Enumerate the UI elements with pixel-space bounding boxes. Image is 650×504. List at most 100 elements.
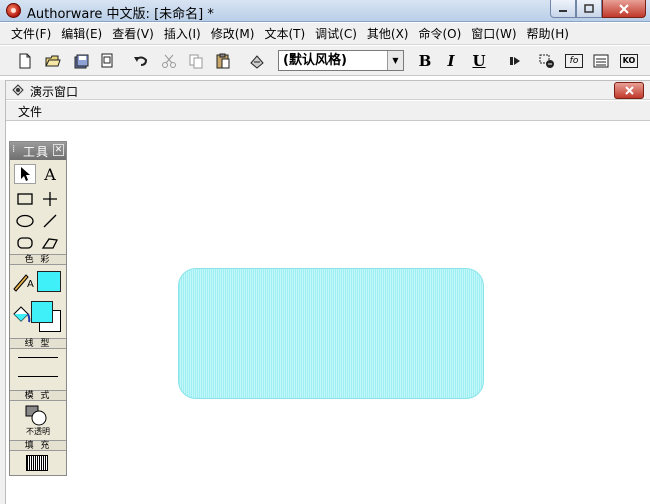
grip-icon[interactable]: ⁞ <box>12 144 15 155</box>
plus-line-icon <box>43 192 57 206</box>
cut-button[interactable] <box>158 50 180 72</box>
menu-debug[interactable]: 调试(C) <box>310 23 362 45</box>
menu-insert[interactable]: 插入(I) <box>159 23 206 45</box>
import-button[interactable] <box>96 50 118 72</box>
fill-section-label: 填 充 <box>10 440 66 451</box>
menu-xtras[interactable]: 其他(X) <box>362 23 414 45</box>
functions-button[interactable]: fo <box>563 50 585 72</box>
italic-button[interactable]: I <box>440 50 462 72</box>
maximize-icon <box>584 4 594 13</box>
mode-section-label: 模 式 <box>10 390 66 401</box>
menu-view[interactable]: 查看(V) <box>107 23 159 45</box>
variables-button[interactable] <box>590 50 612 72</box>
save-all-icon <box>74 54 89 69</box>
presentation-window-icon <box>12 84 24 96</box>
tools-palette: ⁞ 工具 ✕ A 色 彩 A 线 型 模 式 不透明 填 充 <box>9 141 67 476</box>
cut-icon <box>162 54 176 68</box>
palette-close-icon[interactable]: ✕ <box>53 144 64 156</box>
rounded-rectangle-shape[interactable] <box>178 268 484 399</box>
paste-button[interactable] <box>212 50 234 72</box>
orthogonal-line-tool[interactable] <box>39 189 61 209</box>
bold-button[interactable]: B <box>414 50 436 72</box>
line-style-thin[interactable] <box>18 357 58 358</box>
menu-window[interactable]: 窗口(W) <box>466 23 521 45</box>
ellipse-tool[interactable] <box>14 211 36 231</box>
opaque-mode-icon <box>25 405 47 426</box>
functions-label: fo <box>565 54 583 68</box>
control-panel-button[interactable] <box>536 50 558 72</box>
maximize-button[interactable] <box>576 0 602 18</box>
rectangle-icon <box>17 193 33 205</box>
line-style-section-label: 线 型 <box>10 338 66 349</box>
mode-control[interactable] <box>24 404 50 426</box>
rectangle-tool[interactable] <box>14 189 36 209</box>
text-style-select[interactable]: (默认风格) ▼ <box>278 50 404 71</box>
dropdown-arrow-icon[interactable]: ▼ <box>387 51 403 70</box>
mode-value-label: 不透明 <box>26 427 50 436</box>
undo-icon <box>134 56 148 66</box>
line-color-swatch[interactable] <box>37 271 61 292</box>
menu-bar: 文件(F) 编辑(E) 查看(V) 插入(I) 修改(M) 文本(T) 调试(C… <box>0 23 650 45</box>
tools-palette-titlebar[interactable]: ⁞ 工具 ✕ <box>10 142 66 160</box>
rounded-rectangle-icon <box>17 237 33 249</box>
menu-text[interactable]: 文本(T) <box>259 23 310 45</box>
polygon-icon <box>41 238 58 249</box>
polygon-tool[interactable] <box>39 233 61 253</box>
presentation-close-button[interactable] <box>614 82 644 99</box>
close-icon <box>619 3 629 14</box>
variables-icon <box>593 54 609 68</box>
restart-button[interactable] <box>504 50 526 72</box>
authorware-app-icon[interactable] <box>6 3 21 18</box>
undo-button[interactable] <box>130 50 152 72</box>
ellipse-icon <box>16 214 34 228</box>
play-icon <box>510 57 520 65</box>
control-panel-icon <box>539 54 554 68</box>
pointer-tool[interactable] <box>14 164 36 184</box>
knowledge-objects-button[interactable]: KO <box>618 50 640 72</box>
line-color-control[interactable]: A <box>12 270 34 292</box>
close-icon <box>624 86 634 95</box>
open-button[interactable] <box>42 50 64 72</box>
menu-help[interactable]: 帮助(H) <box>522 23 574 45</box>
tools-palette-title: 工具 <box>23 145 50 159</box>
line-style-medium[interactable] <box>18 376 58 377</box>
copy-icon <box>189 54 203 69</box>
diagonal-line-tool[interactable] <box>39 211 61 231</box>
find-button[interactable] <box>246 50 268 72</box>
paste-icon <box>216 53 230 69</box>
line-color-letter: A <box>27 279 34 290</box>
foreground-color-swatch[interactable] <box>31 301 53 323</box>
underline-button[interactable]: U <box>468 50 490 72</box>
presentation-window-header: 演示窗口 <box>6 80 650 100</box>
window-frame-edge <box>0 80 6 504</box>
presentation-menu-file[interactable]: 文件 <box>18 103 42 120</box>
rounded-rectangle-tool[interactable] <box>14 233 36 253</box>
paint-bucket-icon <box>13 306 31 323</box>
text-tool[interactable]: A <box>39 164 61 184</box>
menu-commands[interactable]: 命令(O) <box>413 23 466 45</box>
window-title: Authorware 中文版: [未命名] * <box>27 7 214 22</box>
new-button[interactable] <box>14 50 36 72</box>
import-icon <box>101 53 113 68</box>
save-all-button[interactable] <box>70 50 92 72</box>
copy-button[interactable] <box>185 50 207 72</box>
find-icon <box>250 55 264 69</box>
close-button[interactable] <box>602 0 646 18</box>
new-file-icon <box>19 53 31 69</box>
fill-pattern-swatch[interactable] <box>26 455 48 471</box>
title-bar: Authorware 中文版: [未命名] * <box>0 0 650 22</box>
presentation-menu-bar: 文件 <box>6 101 650 121</box>
menu-file[interactable]: 文件(F) <box>6 23 56 45</box>
diagonal-line-icon <box>43 214 57 228</box>
minimize-icon <box>559 9 567 12</box>
fill-color-control[interactable] <box>11 304 33 326</box>
toolbar: (默认风格) ▼ B I U fo KO <box>0 46 650 76</box>
presentation-window-title: 演示窗口 <box>30 85 79 99</box>
menu-modify[interactable]: 修改(M) <box>206 23 260 45</box>
color-section-label: 色 彩 <box>10 254 66 265</box>
open-folder-icon <box>45 55 61 67</box>
window-controls <box>550 0 646 19</box>
text-style-value: (默认风格) <box>283 53 347 68</box>
menu-edit[interactable]: 编辑(E) <box>56 23 107 45</box>
minimize-button[interactable] <box>550 0 576 18</box>
